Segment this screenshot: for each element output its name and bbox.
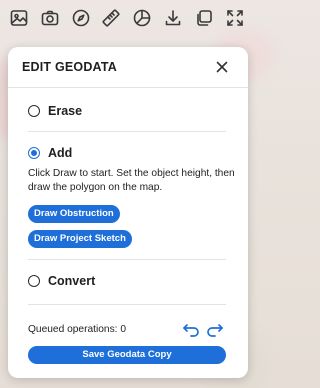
layers-copy-icon[interactable] <box>193 7 215 29</box>
map-toolbar <box>0 0 255 36</box>
close-icon[interactable] <box>214 59 230 75</box>
camera-icon[interactable] <box>39 7 61 29</box>
download-icon[interactable] <box>162 7 184 29</box>
queued-operations: Queued operations: 0 <box>28 324 126 335</box>
ruler-icon[interactable] <box>101 7 123 29</box>
image-icon[interactable] <box>8 7 30 29</box>
section-divider <box>28 131 226 132</box>
redo-icon[interactable] <box>206 321 224 337</box>
panel-title: EDIT GEODATA <box>22 60 117 74</box>
option-erase[interactable]: Erase <box>28 104 82 118</box>
undo-icon[interactable] <box>182 321 200 337</box>
convert-radio[interactable] <box>28 275 40 287</box>
option-convert-label: Convert <box>48 274 96 288</box>
option-add-label: Add <box>48 146 73 160</box>
draw-project-sketch-button[interactable]: Draw Project Sketch <box>28 230 132 248</box>
section-divider <box>28 259 226 260</box>
section-divider <box>28 304 226 305</box>
header-divider <box>8 87 248 88</box>
draw-obstruction-button[interactable]: Draw Obstruction <box>28 205 120 223</box>
save-geodata-copy-button[interactable]: Save Geodata Copy <box>28 346 226 364</box>
erase-radio[interactable] <box>28 105 40 117</box>
pie-chart-icon[interactable] <box>132 7 154 29</box>
fullscreen-icon[interactable] <box>224 7 246 29</box>
add-radio[interactable] <box>28 147 40 159</box>
compass-icon[interactable] <box>70 7 92 29</box>
edit-geodata-panel: EDIT GEODATA Erase Add Click Draw to sta… <box>8 47 248 378</box>
add-instructions: Click Draw to start. Set the object heig… <box>28 168 235 193</box>
option-add[interactable]: Add <box>28 146 72 160</box>
option-erase-label: Erase <box>48 104 83 118</box>
option-convert[interactable]: Convert <box>28 274 95 288</box>
